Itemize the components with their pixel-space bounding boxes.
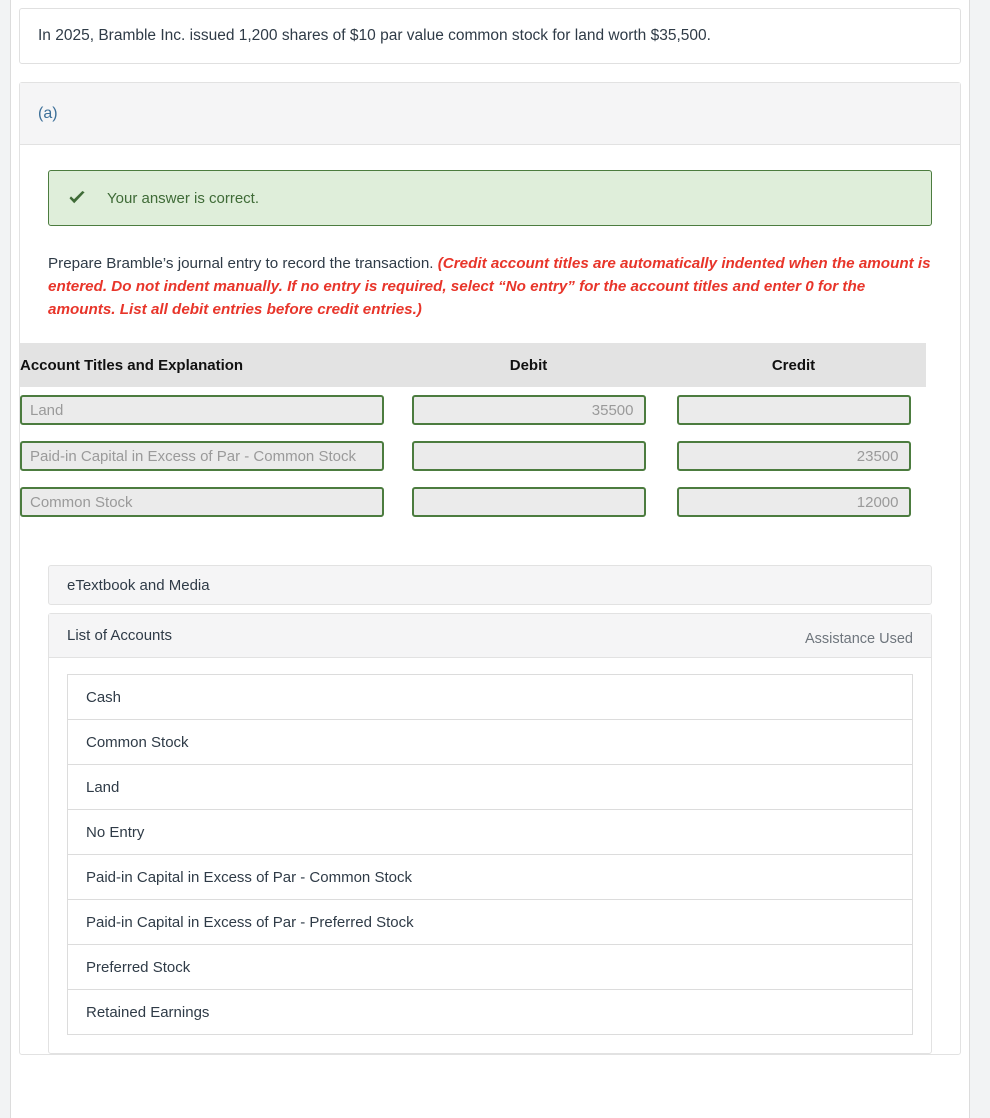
- account-title-input-row-3[interactable]: Common Stock: [20, 487, 384, 518]
- header-account-titles: Account Titles and Explanation: [20, 343, 396, 388]
- debit-input-row-2[interactable]: [411, 441, 646, 472]
- part-a-body: Your answer is correct. Prepare Bramble’…: [20, 145, 960, 1055]
- list-item[interactable]: Common Stock: [67, 719, 913, 766]
- credit-input-row-2[interactable]: 23500: [676, 441, 911, 472]
- instruction-paragraph: Prepare Bramble’s journal entry to recor…: [48, 252, 932, 321]
- journal-entry-section: Account Titles and Explanation Debit Cre…: [20, 343, 932, 526]
- answer-correct-text: Your answer is correct.: [107, 189, 260, 207]
- cell-debit: 35500: [396, 387, 661, 434]
- cell-debit: [396, 479, 661, 526]
- list-of-accounts-panel: List of Accounts Assistance Used Cash Co…: [48, 613, 932, 1055]
- table-row: Paid-in Capital in Excess of Par - Commo…: [20, 433, 926, 480]
- cell-account-title: Common Stock: [20, 479, 396, 526]
- check-icon: [67, 188, 87, 208]
- cell-account-title: Paid-in Capital in Excess of Par - Commo…: [20, 433, 396, 480]
- table-row: Common Stock 12000: [20, 479, 926, 526]
- list-item[interactable]: Preferred Stock: [67, 944, 913, 991]
- part-a-header: (a): [20, 83, 960, 145]
- assistance-used-label: Assistance Used: [805, 630, 913, 647]
- journal-table-header-row: Account Titles and Explanation Debit Cre…: [20, 343, 926, 388]
- cell-credit: 23500: [661, 433, 926, 480]
- journal-table-scroll-clip[interactable]: Account Titles and Explanation Debit Cre…: [20, 343, 926, 526]
- credit-input-row-1[interactable]: [676, 395, 911, 426]
- etextbook-and-media-button[interactable]: eTextbook and Media: [48, 565, 932, 606]
- etextbook-and-media-label: eTextbook and Media: [67, 576, 210, 594]
- header-debit: Debit: [396, 343, 661, 388]
- question-text: In 2025, Bramble Inc. issued 1,200 share…: [38, 26, 711, 44]
- list-item[interactable]: Cash: [67, 674, 913, 721]
- part-a-panel: (a) Your answer is correct. Prepare Bram…: [19, 82, 961, 1056]
- cell-debit: [396, 433, 661, 480]
- list-item[interactable]: No Entry: [67, 809, 913, 856]
- debit-input-row-3[interactable]: [411, 487, 646, 518]
- table-row: Land 35500: [20, 387, 926, 434]
- header-credit: Credit: [661, 343, 926, 388]
- list-of-accounts-header[interactable]: List of Accounts Assistance Used: [49, 614, 931, 659]
- journal-entry-table: Account Titles and Explanation Debit Cre…: [20, 343, 926, 526]
- list-item[interactable]: Paid-in Capital in Excess of Par - Commo…: [67, 854, 913, 901]
- list-of-accounts-title: List of Accounts: [67, 627, 173, 645]
- instruction-lead: Prepare Bramble’s journal entry to recor…: [48, 255, 438, 272]
- account-title-input-row-2[interactable]: Paid-in Capital in Excess of Par - Commo…: [20, 441, 384, 472]
- cell-credit: [661, 387, 926, 434]
- question-card: In 2025, Bramble Inc. issued 1,200 share…: [19, 8, 961, 64]
- part-a-label: (a): [38, 104, 58, 122]
- list-item[interactable]: Land: [67, 764, 913, 811]
- list-item[interactable]: Retained Earnings: [67, 989, 913, 1036]
- cell-account-title: Land: [20, 387, 396, 434]
- answer-correct-banner: Your answer is correct.: [48, 170, 932, 226]
- page-shell: In 2025, Bramble Inc. issued 1,200 share…: [10, 0, 970, 1118]
- account-title-input-row-1[interactable]: Land: [20, 395, 384, 426]
- cell-credit: 12000: [661, 479, 926, 526]
- list-of-accounts-body: Cash Common Stock Land No Entry Paid-in …: [49, 658, 931, 1053]
- list-item[interactable]: Paid-in Capital in Excess of Par - Prefe…: [67, 899, 913, 946]
- credit-input-row-3[interactable]: 12000: [676, 487, 911, 518]
- debit-input-row-1[interactable]: 35500: [411, 395, 646, 426]
